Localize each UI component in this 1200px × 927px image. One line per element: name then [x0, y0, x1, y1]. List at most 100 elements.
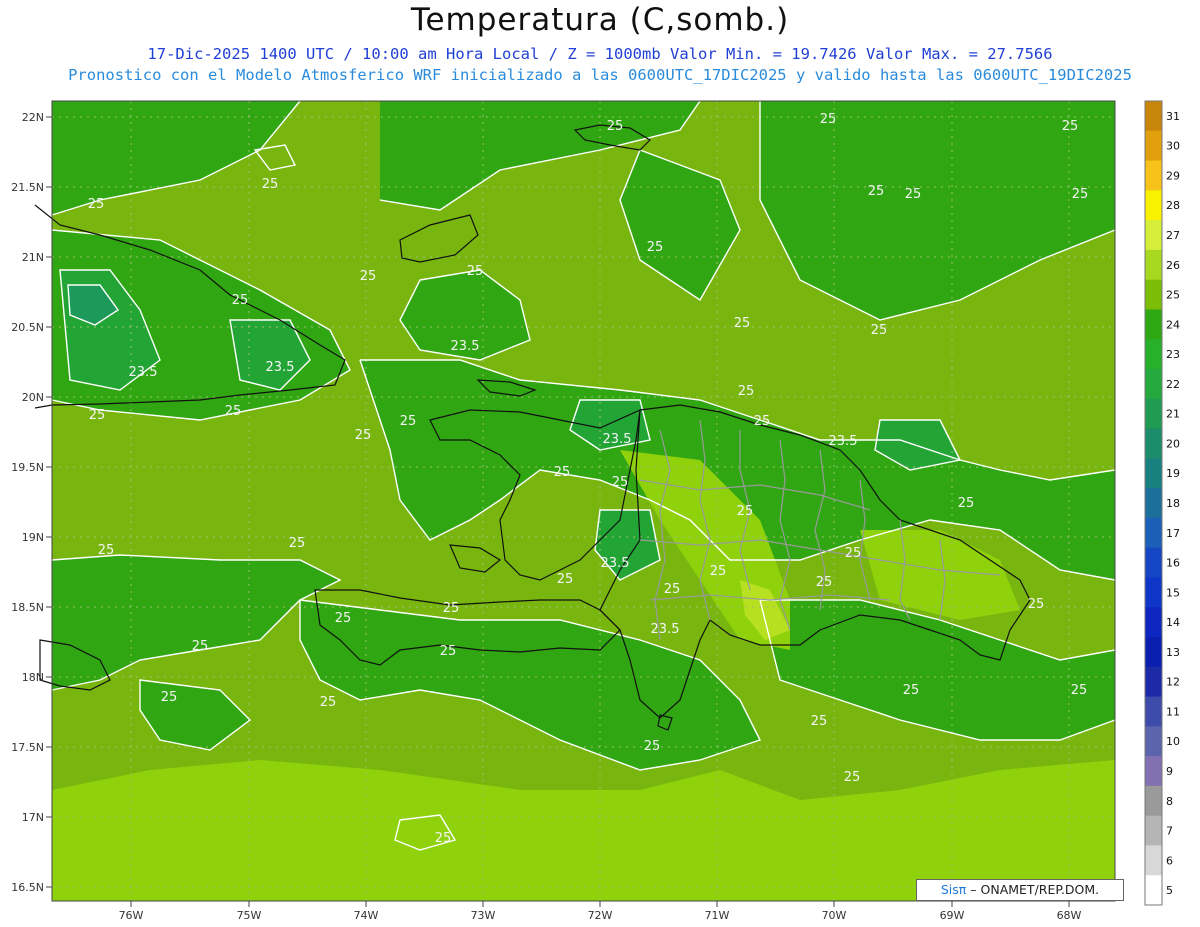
- colorbar-swatch: [1145, 190, 1162, 221]
- contour-label: 25: [88, 197, 105, 212]
- colorbar-label: 29: [1166, 169, 1180, 182]
- colorbar-label: 27: [1166, 229, 1180, 242]
- contour-label: 25: [232, 293, 249, 308]
- contour-label: 23.5: [829, 434, 858, 449]
- colorbar-swatch: [1145, 696, 1162, 727]
- colorbar-label: 25: [1166, 289, 1180, 302]
- contour-label: 25: [820, 112, 837, 127]
- colorbar-swatch: [1145, 547, 1162, 578]
- colorbar-swatch: [1145, 458, 1162, 489]
- contour-label: 25: [647, 240, 664, 255]
- colorbar-label: 24: [1166, 318, 1180, 331]
- contour-label: 25: [360, 269, 377, 284]
- colorbar-label: 28: [1166, 199, 1180, 212]
- colorbar-label: 13: [1166, 646, 1180, 659]
- contour-label: 25: [754, 414, 771, 429]
- contour-label: 25: [710, 564, 727, 579]
- colorbar-label: 6: [1166, 854, 1173, 867]
- credit-org-text: ONAMET/REP.DOM.: [976, 882, 1100, 897]
- contour-label: 25: [262, 177, 279, 192]
- lon-label: 74W: [354, 909, 379, 922]
- contour-label: 25: [89, 408, 106, 423]
- contour-label: 25: [871, 323, 888, 338]
- colorbar-label: 9: [1166, 765, 1173, 778]
- colorbar-swatch: [1145, 756, 1162, 787]
- colorbar-label: 22: [1166, 378, 1180, 391]
- colorbar-label: 18: [1166, 497, 1180, 510]
- colorbar-label: 7: [1166, 825, 1173, 838]
- colorbar-label: 19: [1166, 467, 1180, 480]
- contour-label: 25: [554, 465, 571, 480]
- lat-label: 16.5N: [11, 881, 44, 894]
- contour-label: 25: [903, 683, 920, 698]
- colorbar-swatch: [1145, 845, 1162, 876]
- colorbar-swatch: [1145, 815, 1162, 846]
- contour-label: 25: [868, 184, 885, 199]
- contour-label: 23.5: [603, 432, 632, 447]
- contour-label: 25: [435, 831, 452, 846]
- lat-label: 18N: [22, 671, 44, 684]
- lat-label: 17N: [22, 811, 44, 824]
- contour-label: 25: [355, 428, 372, 443]
- lat-label: 18.5N: [11, 601, 44, 614]
- lat-label: 20N: [22, 391, 44, 404]
- contour-label: 25: [612, 475, 629, 490]
- colorbar-label: 21: [1166, 408, 1180, 421]
- contour-label: 25: [320, 695, 337, 710]
- contour-label: 25: [1072, 187, 1089, 202]
- credit-box: Sisπ – ONAMET/REP.DOM.: [916, 879, 1124, 901]
- contour-label: 25: [844, 770, 861, 785]
- colorbar-label: 15: [1166, 586, 1180, 599]
- lon-label: 72W: [588, 909, 613, 922]
- colorbar-swatch: [1145, 398, 1162, 430]
- contour-label: 25: [845, 546, 862, 561]
- colorbar-label: 11: [1166, 705, 1180, 718]
- contour-label: 25: [335, 611, 352, 626]
- lat-label: 17.5N: [11, 741, 44, 754]
- contour-label: 25: [467, 264, 484, 279]
- contour-label: 25: [98, 543, 115, 558]
- colorbar-label: 31: [1166, 110, 1180, 123]
- colorbar-label: 26: [1166, 259, 1180, 272]
- colorbar-swatch: [1145, 607, 1162, 638]
- colorbar-label: 17: [1166, 527, 1180, 540]
- contour-label: 25: [607, 119, 624, 134]
- lon-label: 73W: [471, 909, 496, 922]
- contour-label: 25: [289, 536, 306, 551]
- colorbar-swatch: [1145, 488, 1162, 519]
- contour-label: 25: [905, 187, 922, 202]
- contour-label: 25: [557, 572, 574, 587]
- lat-label: 22N: [22, 111, 44, 124]
- contour-label: 23.5: [651, 622, 680, 637]
- colorbar-swatch: [1145, 875, 1162, 906]
- lat-label: 19.5N: [11, 461, 44, 474]
- colorbar-swatch: [1145, 130, 1162, 162]
- colorbar: 31 30 29 28 27 26 25 24 23 22 21 20 19 18 17 16 15 14 13 12…: [1144, 100, 1180, 906]
- contour-label: 25: [644, 739, 661, 754]
- colorbar-label: 14: [1166, 616, 1180, 629]
- contour-label: 25: [192, 639, 209, 654]
- contour-label: 25: [734, 316, 751, 331]
- colorbar-label: 12: [1166, 676, 1180, 689]
- contour-label: 25: [443, 601, 460, 616]
- sisPi-logo: Sisπ: [940, 882, 967, 897]
- lon-label: 75W: [237, 909, 262, 922]
- contour-label: 25: [738, 384, 755, 399]
- colorbar-label: 20: [1166, 437, 1180, 450]
- credit-org: – ONAMET/REP.DOM.: [966, 882, 1100, 897]
- colorbar-swatch: [1145, 339, 1162, 370]
- contour-label: 25: [1062, 119, 1079, 134]
- colorbar-label: 23: [1166, 348, 1180, 361]
- colorbar-swatch: [1145, 279, 1162, 310]
- colorbar-swatch: [1145, 517, 1162, 549]
- temperature-map: 25 25 25 25 25 25 25 25 25 25 25 25 25 25 25 25 25 25 25 25…: [11, 100, 1180, 922]
- contour-label: 25: [811, 714, 828, 729]
- lon-label: 71W: [705, 909, 730, 922]
- colorbar-swatch: [1145, 101, 1162, 132]
- colorbar-swatch: [1145, 249, 1162, 281]
- colorbar-swatch: [1145, 785, 1162, 817]
- contour-label: 25: [225, 404, 242, 419]
- lon-label: 76W: [119, 909, 144, 922]
- colorbar-swatch: [1145, 637, 1162, 668]
- temperature-field: [52, 101, 1115, 901]
